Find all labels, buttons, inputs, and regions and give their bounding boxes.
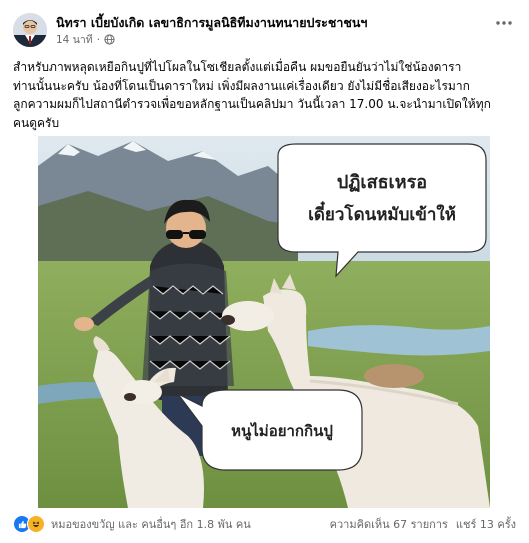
globe-icon [104, 34, 115, 45]
bubble-top-line1: ปฏิเสธเหรอ [337, 172, 427, 193]
more-options-icon[interactable] [493, 14, 515, 32]
post-text-line: ท่านนั้นนะครับ น้องที่โดนเป็นดาราใหม่ เพ… [13, 78, 470, 93]
post-footer: หมอของขวัญ และ คนอื่นๆ อีก 1.8 พัน คน คว… [13, 512, 516, 536]
post-photo[interactable]: ปฏิเสธเหรอ เดี๋ยวโดนหมับเข้าให้ หนูไม่อย… [38, 136, 490, 508]
post-text-line: คนดูครับ [13, 115, 60, 130]
post-time[interactable]: 14 นาที [56, 31, 93, 48]
post-text: สำหรับภาพหลุดเหยือกินปูที่ไปโผลในโซเชียล… [13, 58, 513, 132]
reactions-text[interactable]: หมอของขวัญ และ คนอื่นๆ อีก 1.8 พัน คน [51, 515, 251, 533]
author-avatar[interactable] [13, 13, 47, 47]
post-meta: 14 นาที · [56, 31, 115, 48]
bubble-top-line2: เดี๋ยวโดนหมับเข้าให้ [308, 201, 456, 225]
post-text-line: ลูกความผมก็ไปสถานีตำรวจเพื่อขอหลักฐานเป็… [13, 97, 491, 112]
shares-count[interactable]: แชร์ 13 ครั้ง [456, 515, 516, 533]
comments-count[interactable]: ความคิดเห็น 67 รายการ [330, 515, 448, 533]
author-name[interactable]: นิทรา เบี้ยบังเกิด เลขาธิการมูลนิธิทีมงา… [56, 13, 367, 33]
haha-reaction-icon [27, 515, 45, 533]
bubble-bottom-text: หนูไม่อยากกินปู [231, 421, 333, 441]
facebook-post-card: นิทรา เบี้ยบังเกิด เลขาธิการมูลนิธิทีมงา… [0, 0, 529, 543]
reactions-summary[interactable]: หมอของขวัญ และ คนอื่นๆ อีก 1.8 พัน คน [13, 515, 251, 533]
post-text-line: สำหรับภาพหลุดเหยือกินปูที่ไปโผลในโซเชียล… [13, 60, 462, 74]
